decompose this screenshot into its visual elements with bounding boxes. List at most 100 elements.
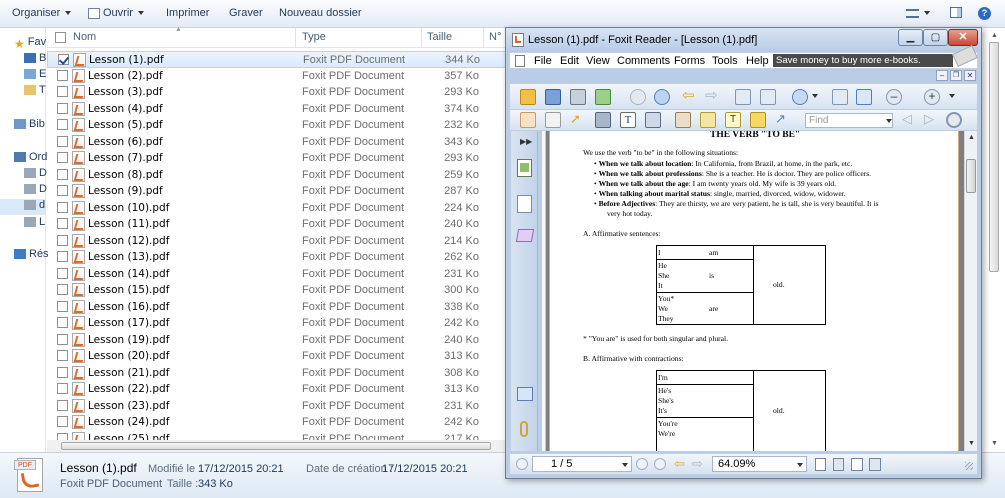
- zoom-plus-icon[interactable]: +: [924, 89, 940, 105]
- column-type-header[interactable]: Type: [302, 31, 326, 43]
- open-button[interactable]: Ouvrir: [88, 7, 144, 19]
- scroll-down-icon[interactable]: ▼: [991, 440, 998, 447]
- back-icon[interactable]: ⇦: [674, 456, 685, 472]
- doc-minimize-button[interactable]: –: [936, 70, 948, 81]
- file-checkbox[interactable]: [57, 399, 68, 411]
- snapshot-icon[interactable]: [645, 112, 661, 128]
- search-icon[interactable]: [946, 112, 962, 128]
- file-row[interactable]: Lesson (24).pdf Foxit PDF Document 242 Ko: [47, 414, 507, 431]
- burn-button[interactable]: Graver: [229, 7, 263, 19]
- file-row[interactable]: Lesson (11).pdf Foxit PDF Document 240 Ko: [47, 216, 507, 233]
- fit-page-icon[interactable]: [832, 89, 848, 105]
- file-checkbox[interactable]: [57, 284, 68, 295]
- file-row[interactable]: Lesson (15).pdf Foxit PDF Document 300 Ko: [47, 282, 507, 299]
- column-divider[interactable]: [483, 28, 484, 48]
- nav-network[interactable]: Rés: [14, 248, 49, 264]
- menu-view[interactable]: View: [586, 55, 610, 67]
- document-view[interactable]: THE VERB "TO BE" We use the verb "to be"…: [546, 131, 964, 451]
- file-checkbox[interactable]: [57, 383, 68, 394]
- scrollbar-thumb[interactable]: [61, 442, 491, 450]
- scrollbar-thumb[interactable]: [989, 42, 999, 272]
- textbox-icon[interactable]: T: [725, 112, 741, 128]
- find-input[interactable]: Find: [805, 113, 893, 128]
- explorer-vertical-scrollbar[interactable]: ▲ ▼: [983, 28, 1005, 452]
- view-options-button[interactable]: [906, 7, 930, 19]
- file-row[interactable]: Lesson (3).pdf Foxit PDF Document 293 Ko: [47, 84, 507, 101]
- file-row[interactable]: Lesson (19).pdf Foxit PDF Document 240 Ko: [47, 332, 507, 349]
- file-row[interactable]: Lesson (14).pdf Foxit PDF Document 231 Ko: [47, 266, 507, 283]
- scroll-up-icon[interactable]: ▲: [968, 134, 975, 141]
- file-row[interactable]: Lesson (5).pdf Foxit PDF Document 232 Ko: [47, 117, 507, 134]
- menu-comments[interactable]: Comments: [617, 55, 670, 67]
- foxit-reader-window[interactable]: Lesson (1).pdf - Foxit Reader - [Lesson …: [505, 27, 982, 479]
- scroll-up-icon[interactable]: ▲: [991, 32, 998, 39]
- file-row[interactable]: Lesson (16).pdf Foxit PDF Document 338 Ko: [47, 299, 507, 316]
- menu-edit[interactable]: Edit: [560, 55, 579, 67]
- file-row[interactable]: Lesson (6).pdf Foxit PDF Document 343 Ko: [47, 134, 507, 151]
- zoom-in-icon[interactable]: [792, 89, 808, 105]
- organize-button[interactable]: Organiser: [12, 7, 72, 19]
- file-checkbox[interactable]: [57, 416, 68, 427]
- scrollbar-thumb[interactable]: [966, 159, 976, 193]
- file-checkbox[interactable]: [57, 317, 68, 328]
- page-dropdown-icon[interactable]: [622, 463, 628, 467]
- save-icon[interactable]: [545, 89, 561, 105]
- file-checkbox[interactable]: [57, 69, 68, 81]
- file-checkbox[interactable]: [57, 234, 68, 246]
- comments-panel-icon[interactable]: [517, 387, 533, 401]
- email-icon[interactable]: [595, 89, 611, 105]
- pages-panel-icon[interactable]: [517, 159, 532, 177]
- file-checkbox[interactable]: [57, 185, 68, 196]
- column-name-header[interactable]: Nom: [73, 31, 96, 43]
- arrow-tool-icon[interactable]: ↗: [775, 112, 791, 128]
- first-page-icon[interactable]: [516, 458, 528, 470]
- file-checkbox[interactable]: [57, 168, 68, 180]
- zoom-level-dropdown-icon[interactable]: [797, 463, 803, 467]
- file-checkbox[interactable]: [57, 267, 68, 279]
- continuous-facing-view-icon[interactable]: [869, 458, 881, 471]
- next-page-icon[interactable]: [654, 89, 670, 105]
- bookmarks-panel-icon[interactable]: [517, 195, 532, 213]
- nav-item[interactable]: D: [24, 183, 47, 199]
- typewriter-icon[interactable]: T: [620, 112, 636, 128]
- file-row[interactable]: Lesson (7).pdf Foxit PDF Document 293 Ko: [47, 150, 507, 167]
- nav-item[interactable]: D: [24, 167, 47, 183]
- foxit-titlebar[interactable]: Lesson (1).pdf - Foxit Reader - [Lesson …: [506, 28, 981, 52]
- single-page-icon[interactable]: [760, 89, 776, 105]
- resize-grip-icon[interactable]: [965, 462, 973, 470]
- pencil-icon[interactable]: [700, 112, 716, 128]
- file-row[interactable]: Lesson (22).pdf Foxit PDF Document 313 Ko: [47, 381, 507, 398]
- file-row[interactable]: Lesson (17).pdf Foxit PDF Document 242 Ko: [47, 315, 507, 332]
- file-row[interactable]: Lesson (8).pdf Foxit PDF Document 259 Ko: [47, 167, 507, 184]
- file-checkbox[interactable]: [57, 86, 68, 97]
- menu-help[interactable]: Help: [746, 55, 769, 67]
- single-page-view-icon[interactable]: [815, 458, 826, 471]
- zoom-out-icon[interactable]: –: [886, 89, 902, 105]
- note-icon[interactable]: [750, 112, 766, 128]
- nav-item[interactable]: E: [24, 68, 46, 84]
- expand-panel-icon[interactable]: ▶▶: [520, 137, 532, 146]
- hand-tool-icon[interactable]: [520, 112, 536, 128]
- fit-width-icon[interactable]: [856, 89, 872, 105]
- file-checkbox[interactable]: [58, 54, 69, 65]
- find-binoculars-icon[interactable]: [595, 112, 611, 128]
- nav-item[interactable]: L: [24, 216, 45, 232]
- file-checkbox[interactable]: [57, 102, 68, 114]
- ad-banner[interactable]: Save money to buy more e-books.: [773, 54, 953, 67]
- column-divider[interactable]: [295, 28, 296, 48]
- select-all-checkbox[interactable]: [55, 32, 66, 43]
- file-row[interactable]: Lesson (23).pdf Foxit PDF Document 231 Ko: [47, 398, 507, 415]
- file-checkbox[interactable]: [57, 218, 68, 229]
- continuous-view-icon[interactable]: [833, 458, 844, 471]
- zoom-dropdown-icon[interactable]: [812, 94, 818, 98]
- file-row[interactable]: Lesson (9).pdf Foxit PDF Document 287 Ko: [47, 183, 507, 200]
- layers-panel-icon[interactable]: [515, 229, 535, 242]
- menu-file[interactable]: File: [534, 55, 552, 67]
- last-page-icon[interactable]: [654, 458, 666, 470]
- nav-libraries[interactable]: Bib: [14, 118, 45, 134]
- pointer-icon[interactable]: ➚: [570, 112, 586, 128]
- print-button[interactable]: Imprimer: [166, 7, 209, 19]
- help-button[interactable]: ?: [978, 7, 991, 20]
- back-arrow-icon[interactable]: ⇦: [682, 88, 698, 105]
- forward-arrow-icon[interactable]: ⇨: [705, 88, 721, 105]
